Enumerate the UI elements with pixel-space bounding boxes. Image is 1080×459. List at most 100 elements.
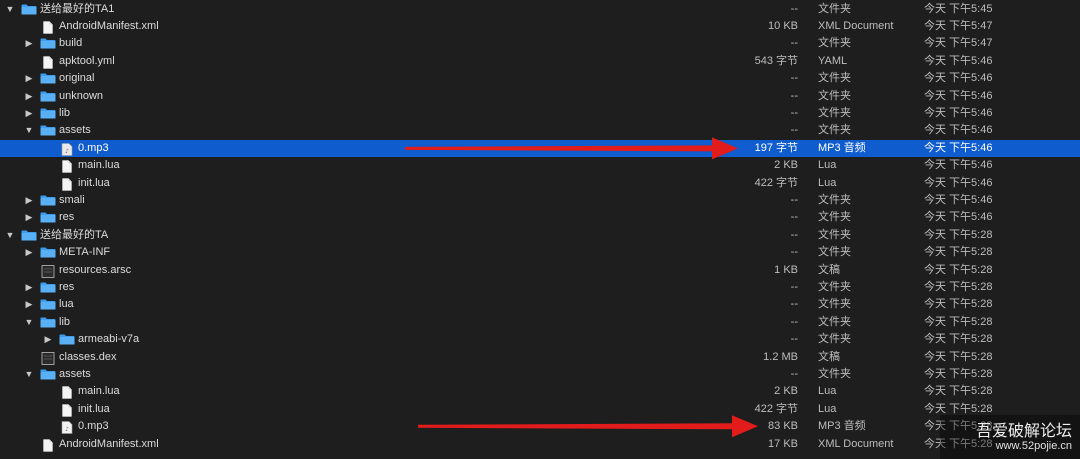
finder-file-list: ▼ 送给最好的TA1 -- 文件夹 今天 下午5:45 AndroidManifest.x… [0, 0, 1080, 459]
file-kind: 文件夹 [818, 211, 851, 224]
disclosure-expanded-icon[interactable]: ▼ [24, 314, 34, 331]
file-kind: Lua [818, 176, 837, 189]
file-size: 1 KB [774, 263, 798, 276]
folder-row[interactable]: ▼ 送给最好的TA -- 文件夹 今天 下午5:28 [0, 227, 1080, 244]
folder-icon [40, 91, 56, 102]
file-size: 17 KB [768, 437, 798, 450]
date-modified: 今天 下午5:46 [924, 124, 993, 137]
file-size: 422 字节 [754, 402, 798, 415]
disclosure-expanded-icon[interactable]: ▼ [24, 366, 34, 383]
date-modified: 今天 下午5:47 [924, 19, 993, 32]
disclosure-collapsed-icon[interactable]: ▶ [24, 209, 34, 226]
file-kind: 文件夹 [818, 72, 851, 85]
folder-icon [40, 369, 56, 380]
file-size: 1.2 MB [763, 350, 798, 363]
file-row[interactable]: main.lua 2 KB Lua 今天 下午5:46 [0, 157, 1080, 174]
folder-icon [40, 317, 56, 328]
disclosure-collapsed-icon[interactable]: ▶ [43, 331, 53, 348]
date-modified: 今天 下午5:46 [924, 193, 993, 206]
document-icon [40, 438, 56, 452]
file-kind: Lua [818, 402, 837, 415]
disclosure-collapsed-icon[interactable]: ▶ [24, 279, 34, 296]
file-size: -- [790, 37, 798, 50]
disclosure-collapsed-icon[interactable]: ▶ [24, 105, 34, 122]
file-kind: MP3 音频 [818, 420, 866, 433]
binary-file-icon [40, 264, 56, 278]
folder-row[interactable]: ▶ res -- 文件夹 今天 下午5:28 [0, 279, 1080, 296]
folder-icon [21, 230, 37, 241]
file-kind: 文件夹 [818, 2, 851, 15]
disclosure-collapsed-icon[interactable]: ▶ [24, 192, 34, 209]
watermark: 吾爱破解论坛 www.52pojie.cn [940, 415, 1080, 459]
date-modified: 今天 下午5:46 [924, 211, 993, 224]
file-kind: YAML [818, 54, 848, 67]
file-row[interactable]: ♪ 0.mp3 83 KB MP3 音频 今天 下午5:28 [0, 418, 1080, 435]
disclosure-collapsed-icon[interactable]: ▶ [24, 296, 34, 313]
folder-row[interactable]: ▼ assets -- 文件夹 今天 下午5:28 [0, 366, 1080, 383]
audio-file-icon: ♪ [59, 421, 75, 434]
folder-icon [40, 108, 56, 119]
file-name: classes.dex [59, 350, 117, 363]
document-icon [59, 403, 75, 417]
file-name: res [59, 211, 75, 224]
disclosure-expanded-icon[interactable]: ▼ [5, 227, 15, 244]
folder-icon [40, 73, 56, 84]
file-name: lib [59, 315, 71, 328]
file-row[interactable]: ♪ 0.mp3 197 字节 MP3 音频 今天 下午5:46 [0, 139, 1080, 158]
file-kind: 文件夹 [818, 367, 851, 380]
file-name: 送给最好的TA [40, 228, 109, 241]
date-modified: 今天 下午5:28 [924, 367, 993, 380]
file-size: -- [790, 367, 798, 380]
file-row[interactable]: init.lua 422 字节 Lua 今天 下午5:28 [0, 401, 1080, 418]
disclosure-collapsed-icon[interactable]: ▶ [24, 244, 34, 261]
file-name: apktool.yml [59, 54, 115, 67]
file-kind: 文稿 [818, 350, 840, 363]
file-size: 197 字节 [754, 141, 798, 154]
disclosure-collapsed-icon[interactable]: ▶ [24, 88, 34, 105]
folder-row[interactable]: ▶ original -- 文件夹 今天 下午5:46 [0, 70, 1080, 87]
disclosure-expanded-icon[interactable]: ▼ [5, 1, 15, 18]
folder-row[interactable]: ▶ lua -- 文件夹 今天 下午5:28 [0, 296, 1080, 313]
folder-row[interactable]: ▶ META-INF -- 文件夹 今天 下午5:28 [0, 244, 1080, 261]
folder-row[interactable]: ▶ build -- 文件夹 今天 下午5:47 [0, 35, 1080, 52]
folder-row[interactable]: ▶ lib -- 文件夹 今天 下午5:46 [0, 105, 1080, 122]
folder-row[interactable]: ▶ smali -- 文件夹 今天 下午5:46 [0, 192, 1080, 209]
file-row[interactable]: resources.arsc 1 KB 文稿 今天 下午5:28 [0, 262, 1080, 279]
file-row[interactable]: main.lua 2 KB Lua 今天 下午5:28 [0, 383, 1080, 400]
file-size: 83 KB [768, 420, 798, 433]
file-name: init.lua [78, 176, 110, 189]
file-name: AndroidManifest.xml [59, 437, 159, 450]
file-kind: 文件夹 [818, 246, 851, 259]
file-size: -- [790, 124, 798, 137]
disclosure-collapsed-icon[interactable]: ▶ [24, 35, 34, 52]
date-modified: 今天 下午5:28 [924, 333, 993, 346]
date-modified: 今天 下午5:46 [924, 89, 993, 102]
file-row[interactable]: AndroidManifest.xml 17 KB XML Document 今天 下… [0, 436, 1080, 453]
folder-row[interactable]: ▶ res -- 文件夹 今天 下午5:46 [0, 209, 1080, 226]
disclosure-expanded-icon[interactable]: ▼ [24, 122, 34, 139]
folder-icon [40, 299, 56, 310]
date-modified: 今天 下午5:28 [924, 315, 993, 328]
date-modified: 今天 下午5:46 [924, 106, 993, 119]
folder-icon [40, 247, 56, 258]
date-modified: 今天 下午5:46 [924, 176, 993, 189]
folder-row[interactable]: ▶ unknown -- 文件夹 今天 下午5:46 [0, 88, 1080, 105]
file-row[interactable]: init.lua 422 字节 Lua 今天 下午5:46 [0, 175, 1080, 192]
disclosure-collapsed-icon[interactable]: ▶ [24, 70, 34, 87]
svg-text:♪: ♪ [65, 426, 69, 433]
file-row[interactable]: AndroidManifest.xml 10 KB XML Document 今天 下… [0, 18, 1080, 35]
folder-row[interactable]: ▼ assets -- 文件夹 今天 下午5:46 [0, 122, 1080, 139]
date-modified: 今天 下午5:46 [924, 54, 993, 67]
file-row[interactable]: classes.dex 1.2 MB 文稿 今天 下午5:28 [0, 349, 1080, 366]
folder-row[interactable]: ▶ armeabi-v7a -- 文件夹 今天 下午5:28 [0, 331, 1080, 348]
file-name: main.lua [78, 159, 120, 172]
folder-row[interactable]: ▼ 送给最好的TA1 -- 文件夹 今天 下午5:45 [0, 1, 1080, 18]
file-kind: 文件夹 [818, 315, 851, 328]
file-name: init.lua [78, 402, 110, 415]
file-row[interactable]: apktool.yml 543 字节 YAML 今天 下午5:46 [0, 53, 1080, 70]
file-size: -- [790, 106, 798, 119]
document-icon [59, 160, 75, 173]
folder-row[interactable]: ▼ lib -- 文件夹 今天 下午5:28 [0, 314, 1080, 331]
file-name: AndroidManifest.xml [59, 19, 159, 32]
file-size: 422 字节 [754, 176, 798, 189]
